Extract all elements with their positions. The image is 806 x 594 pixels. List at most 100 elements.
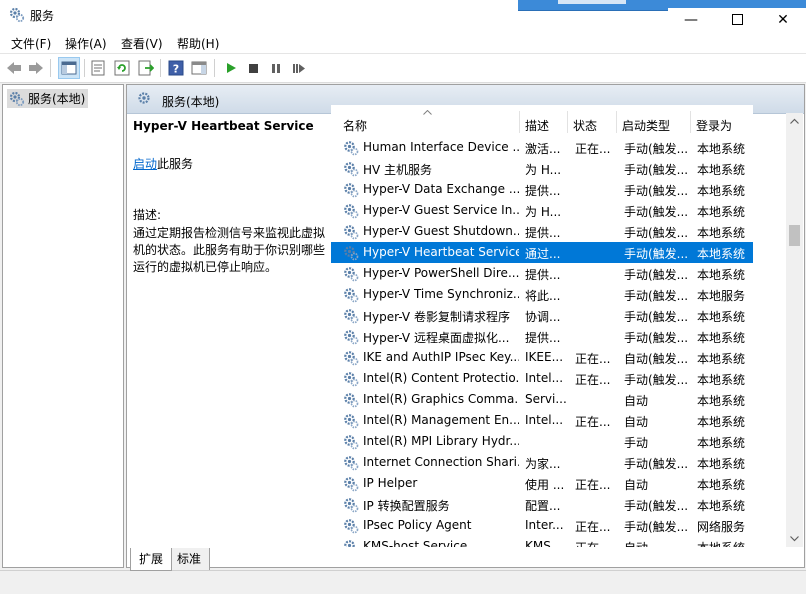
scrollbar-thumb[interactable] xyxy=(789,225,800,246)
tree-item-services-local[interactable]: 服务(本地) xyxy=(7,89,89,108)
service-name: Human Interface Device ... xyxy=(363,140,519,154)
service-startup-type: 手动(触发... xyxy=(624,142,689,156)
service-row[interactable]: Hyper-V Data Exchange ... 提供... 手动(触发... 本地… xyxy=(331,179,753,200)
service-gear-icon xyxy=(343,392,359,408)
service-description: 将此... xyxy=(525,289,561,303)
forward-button[interactable] xyxy=(27,59,45,77)
column-header-description[interactable]: 描述 xyxy=(525,117,549,134)
service-description: IKEE... xyxy=(525,350,564,364)
column-header-status[interactable]: 状态 xyxy=(573,117,597,134)
properties-button[interactable] xyxy=(89,59,107,77)
toolbar-separator xyxy=(214,59,215,77)
title-bar: 服务 — ✕ xyxy=(0,0,806,31)
service-row[interactable]: Hyper-V 卷影复制请求程序 协调... 手动(触发... 本地系统 xyxy=(331,305,753,326)
service-row[interactable]: Internet Connection Shari... 为家... 手动(触发..… xyxy=(331,452,753,473)
service-row[interactable]: HV 主机服务 为 H... 手动(触发... 本地系统 xyxy=(331,158,753,179)
stop-service-button[interactable] xyxy=(244,59,262,77)
scroll-down-button[interactable] xyxy=(786,530,803,547)
service-status: 正在... xyxy=(575,415,611,429)
start-service-link[interactable]: 启动 xyxy=(133,157,157,171)
service-log-on-as: 本地系统 xyxy=(697,415,746,429)
service-row[interactable]: Hyper-V Time Synchroniz... 将此... 手动(触发... 本… xyxy=(331,284,753,305)
service-log-on-as: 本地系统 xyxy=(697,163,746,177)
panel-header-title: 服务(本地) xyxy=(162,95,220,109)
refresh-button[interactable] xyxy=(113,59,131,77)
service-row[interactable]: IPsec Policy Agent Inter... 正在... 手动(触发... 网… xyxy=(331,515,753,536)
service-row[interactable]: IP 转换配置服务 配置... 手动(触发... 本地系统 xyxy=(331,494,753,515)
restart-service-button[interactable] xyxy=(290,59,308,77)
export-icon xyxy=(138,60,154,76)
service-startup-type: 自动 xyxy=(624,415,649,429)
column-separator[interactable] xyxy=(519,111,520,133)
sort-ascending-icon xyxy=(423,110,432,115)
search-gear-icon xyxy=(138,92,150,104)
help-icon: ? xyxy=(168,60,184,76)
back-button[interactable] xyxy=(5,59,23,77)
service-row[interactable]: Intel(R) MPI Library Hydr... 手动 本地系统 xyxy=(331,431,753,452)
service-description: 提供... xyxy=(525,226,561,240)
export-list-button[interactable] xyxy=(137,59,155,77)
service-name: Intel(R) Content Protectio... xyxy=(363,371,519,385)
minimize-button[interactable]: — xyxy=(668,8,714,31)
service-description: KMS... xyxy=(525,539,563,547)
toolbar-separator xyxy=(84,59,85,77)
service-row[interactable]: Intel(R) Graphics Comma... Servi... 自动 本地系统 xyxy=(331,389,753,410)
scroll-up-arrow-icon xyxy=(790,118,799,124)
main-panel: 服务(本地) Hyper-V Heartbeat Service 启动此服务 描… xyxy=(126,84,805,568)
service-row[interactable]: KMS-host Service KMS... 正在... 自动本地系统 xyxy=(331,536,753,547)
start-service-button[interactable] xyxy=(222,59,240,77)
column-separator[interactable] xyxy=(567,111,568,133)
service-row[interactable]: Hyper-V Guest Service In... 为 H... 手动(触发..… xyxy=(331,200,753,221)
service-row[interactable]: Intel(R) Content Protectio... Intel... 正在.… xyxy=(331,368,753,389)
service-description: 为家... xyxy=(525,457,561,471)
menu-help[interactable]: 帮助(H) xyxy=(177,35,219,52)
show-hide-console-tree-button[interactable] xyxy=(58,57,80,79)
service-row[interactable]: Human Interface Device ... 激活... 正在... 手动(触… xyxy=(331,137,753,158)
show-action-pane-button[interactable] xyxy=(190,59,208,77)
services-gear-icon xyxy=(9,7,25,23)
description-text: 通过定期报告检测信号来监视此虚拟机的状态。此服务有助于你识别哪些运行的虚拟机已停… xyxy=(133,226,326,274)
service-row[interactable]: Hyper-V Heartbeat Service 通过... 手动(触发... 本地… xyxy=(331,242,753,263)
vertical-scrollbar[interactable] xyxy=(786,113,803,547)
toolbar: ? xyxy=(0,53,806,83)
service-row[interactable]: Hyper-V 远程桌面虚拟化... 提供... 手动(触发... 本地系统 xyxy=(331,326,753,347)
pause-service-button[interactable] xyxy=(267,59,285,77)
service-row[interactable]: Hyper-V PowerShell Dire... 提供... 手动(触发... 本… xyxy=(331,263,753,284)
service-gear-icon xyxy=(343,266,359,282)
view-tabs: 扩展 标准 xyxy=(126,548,803,571)
tab-standard[interactable]: 标准 xyxy=(168,548,211,571)
menu-view[interactable]: 查看(V) xyxy=(121,35,163,52)
close-button[interactable]: ✕ xyxy=(760,8,806,31)
column-separator[interactable] xyxy=(616,111,617,133)
service-description: Intel... xyxy=(525,413,564,427)
service-gear-icon xyxy=(343,308,359,324)
service-name: IPsec Policy Agent xyxy=(363,518,472,532)
menu-action[interactable]: 操作(A) xyxy=(65,35,107,52)
service-row[interactable]: Hyper-V Guest Shutdown... 提供... 手动(触发... 本地… xyxy=(331,221,753,242)
service-gear-icon xyxy=(343,350,359,366)
help-button[interactable]: ? xyxy=(167,59,185,77)
column-header-log-on-as[interactable]: 登录为 xyxy=(696,117,732,134)
scroll-up-button[interactable] xyxy=(786,113,803,130)
menu-file[interactable]: 文件(F) xyxy=(11,35,51,52)
back-arrow-icon xyxy=(7,62,21,74)
tab-extended[interactable]: 扩展 xyxy=(130,548,173,571)
service-row[interactable]: Intel(R) Management En... Intel... 正在... 自动… xyxy=(331,410,753,431)
service-row[interactable]: IKE and AuthIP IPsec Key... IKEE... 正在... 自… xyxy=(331,347,753,368)
service-log-on-as: 本地系统 xyxy=(697,184,746,198)
service-log-on-as: 本地系统 xyxy=(697,539,753,547)
service-status: 正在... xyxy=(575,478,611,492)
properties-icon xyxy=(91,60,105,76)
stop-icon xyxy=(249,64,258,73)
service-startup-type: 手动(触发... xyxy=(624,226,689,240)
service-row[interactable]: IP Helper 使用 ... 正在... 自动 本地系统 xyxy=(331,473,753,494)
service-gear-icon xyxy=(343,497,359,513)
service-name: IP 转换配置服务 xyxy=(363,499,450,513)
service-description: Servi... xyxy=(525,392,567,406)
column-separator[interactable] xyxy=(690,111,691,133)
column-header-startup-type[interactable]: 启动类型 xyxy=(622,117,670,134)
maximize-button[interactable] xyxy=(714,8,760,31)
column-header-name[interactable]: 名称 xyxy=(343,117,367,134)
service-log-on-as: 本地系统 xyxy=(697,373,746,387)
service-startup-type: 自动 xyxy=(624,478,649,492)
